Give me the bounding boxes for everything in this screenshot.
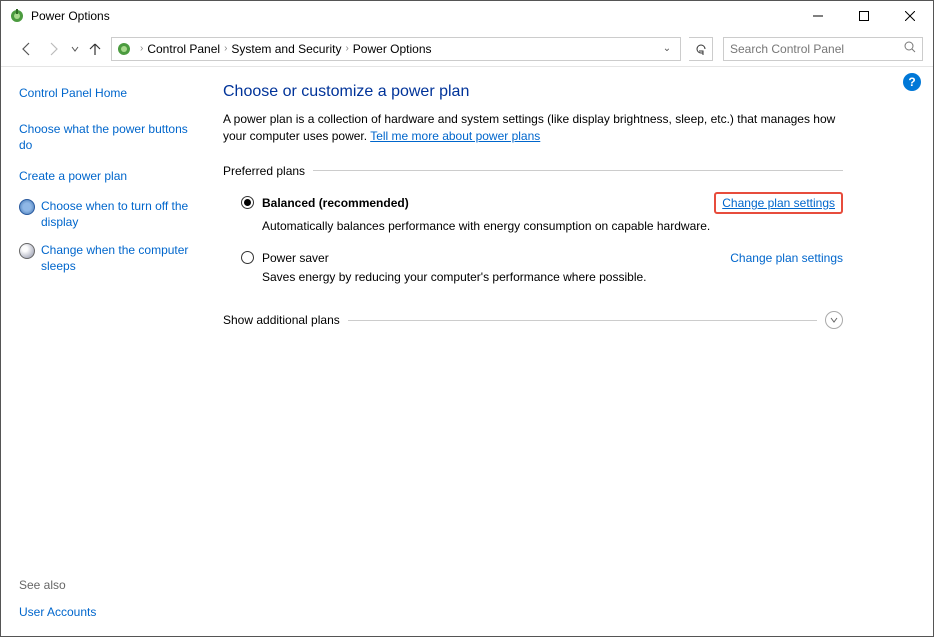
change-plan-settings-link[interactable]: Change plan settings (722, 196, 835, 210)
window-title: Power Options (31, 9, 795, 23)
sidebar-link-create-plan[interactable]: Create a power plan (19, 168, 201, 184)
page-heading: Choose or customize a power plan (223, 83, 843, 101)
sidebar-link-sleep[interactable]: Change when the computer sleeps (19, 242, 201, 274)
plan-description: Saves energy by reducing your computer's… (262, 269, 843, 286)
window-controls (795, 1, 933, 31)
search-box[interactable] (723, 37, 923, 61)
plan-name[interactable]: Power saver (262, 251, 730, 265)
app-icon (9, 8, 25, 24)
section-label-text: Preferred plans (223, 164, 305, 178)
power-icon (19, 199, 35, 215)
chevron-right-icon: › (140, 43, 143, 54)
plan-name[interactable]: Balanced (recommended) (262, 196, 714, 210)
body: Control Panel Home Choose what the power… (1, 67, 933, 636)
forward-button[interactable] (41, 37, 65, 61)
see-also-user-accounts[interactable]: User Accounts (19, 604, 201, 620)
see-also-label: See also (19, 578, 201, 592)
content-area: ? Choose or customize a power plan A pow… (211, 67, 933, 636)
breadcrumb-item[interactable]: Power Options (353, 42, 432, 56)
search-icon (904, 41, 916, 56)
plan-power-saver: Power saver Change plan settings Saves e… (241, 251, 843, 286)
radio-balanced[interactable] (241, 196, 254, 209)
help-icon[interactable]: ? (903, 73, 921, 91)
show-additional-row[interactable]: Show additional plans (223, 311, 843, 329)
sidebar-link-power-buttons[interactable]: Choose what the power buttons do (19, 121, 201, 153)
change-plan-settings-link[interactable]: Change plan settings (730, 251, 843, 265)
breadcrumb-item[interactable]: System and Security (231, 42, 341, 56)
chevron-down-icon[interactable] (825, 311, 843, 329)
radio-power-saver[interactable] (241, 251, 254, 264)
window-frame: Power Options › Control Panel › System a… (0, 0, 934, 637)
maximize-button[interactable] (841, 1, 887, 31)
titlebar: Power Options (1, 1, 933, 31)
show-additional-label: Show additional plans (223, 313, 340, 327)
sidebar-item-label: Choose when to turn off the display (41, 198, 201, 230)
highlight-annotation: Change plan settings (714, 192, 843, 214)
up-button[interactable] (85, 42, 105, 56)
minimize-button[interactable] (795, 1, 841, 31)
breadcrumb-item[interactable]: Control Panel (147, 42, 220, 56)
control-panel-home-link[interactable]: Control Panel Home (19, 85, 201, 101)
refresh-button[interactable] (689, 37, 713, 61)
address-bar[interactable]: › Control Panel › System and Security › … (111, 37, 681, 61)
chevron-right-icon: › (345, 43, 348, 54)
search-input[interactable] (730, 42, 904, 56)
close-button[interactable] (887, 1, 933, 31)
intro-text: A power plan is a collection of hardware… (223, 111, 843, 146)
recent-locations-button[interactable] (69, 45, 81, 53)
address-icon (116, 41, 132, 57)
chevron-right-icon: › (224, 43, 227, 54)
address-dropdown-button[interactable]: ⌄ (658, 43, 676, 54)
plan-description: Automatically balances performance with … (262, 218, 843, 235)
intro-link[interactable]: Tell me more about power plans (370, 129, 540, 143)
back-button[interactable] (15, 37, 39, 61)
preferred-plans-label: Preferred plans (223, 164, 843, 178)
moon-icon (19, 243, 35, 259)
nav-row: › Control Panel › System and Security › … (1, 31, 933, 67)
plan-balanced: Balanced (recommended) Change plan setti… (241, 192, 843, 235)
sidebar-item-label: Change when the computer sleeps (41, 242, 201, 274)
sidebar: Control Panel Home Choose what the power… (1, 67, 211, 636)
sidebar-link-turn-off-display[interactable]: Choose when to turn off the display (19, 198, 201, 230)
